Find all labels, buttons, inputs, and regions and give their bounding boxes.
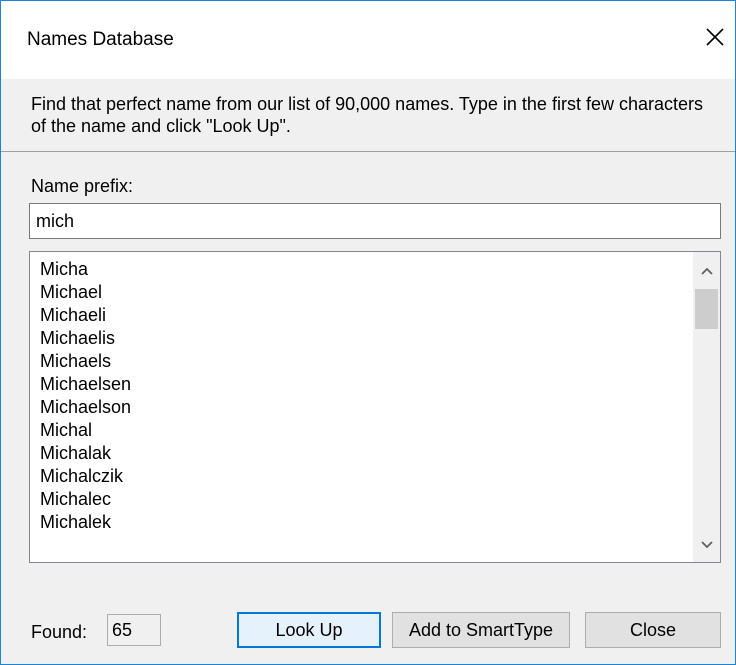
names-database-dialog: Names Database Find that perfect name fr… xyxy=(0,0,736,665)
found-label: Found: xyxy=(31,622,88,642)
name-prefix-label: Name prefix: xyxy=(31,176,134,196)
results-listbox[interactable]: Micha Michael Michaeli Michaelis Michaels Mic… xyxy=(29,251,721,563)
list-item[interactable]: Michaelson xyxy=(40,396,690,419)
chevron-up-icon[interactable] xyxy=(693,258,720,284)
look-up-button[interactable]: Look Up xyxy=(237,612,381,648)
chevron-down-icon[interactable] xyxy=(693,532,720,558)
list-item[interactable]: Michalec xyxy=(40,488,690,511)
list-item[interactable]: Micha xyxy=(40,258,690,281)
instructions-text: Find that perfect name from our list of … xyxy=(31,94,703,136)
list-item[interactable]: Michaelsen xyxy=(40,373,690,396)
name-prefix-input[interactable] xyxy=(29,203,721,239)
found-count: 65 xyxy=(107,614,161,646)
list-item[interactable]: Michal xyxy=(40,419,690,442)
list-item[interactable]: Michael xyxy=(40,281,690,304)
list-item[interactable]: Michaeli xyxy=(40,304,690,327)
title-bar: Names Database xyxy=(1,1,735,79)
close-icon[interactable] xyxy=(701,23,729,51)
results-list: Micha Michael Michaeli Michaelis Michaels Mic… xyxy=(40,258,690,534)
add-to-smarttype-button[interactable]: Add to SmartType xyxy=(392,612,570,648)
divider xyxy=(1,151,735,152)
scroll-thumb[interactable] xyxy=(695,289,718,329)
list-item[interactable]: Michalczik xyxy=(40,465,690,488)
list-item[interactable]: Michaelis xyxy=(40,327,690,350)
list-item[interactable]: Michalak xyxy=(40,442,690,465)
list-item[interactable]: Michalek xyxy=(40,511,690,534)
close-button[interactable]: Close xyxy=(585,612,721,648)
list-item[interactable]: Michaels xyxy=(40,350,690,373)
window-title: Names Database xyxy=(27,29,174,50)
vertical-scrollbar[interactable] xyxy=(693,252,720,562)
look-up-label: Look Up xyxy=(275,619,343,640)
